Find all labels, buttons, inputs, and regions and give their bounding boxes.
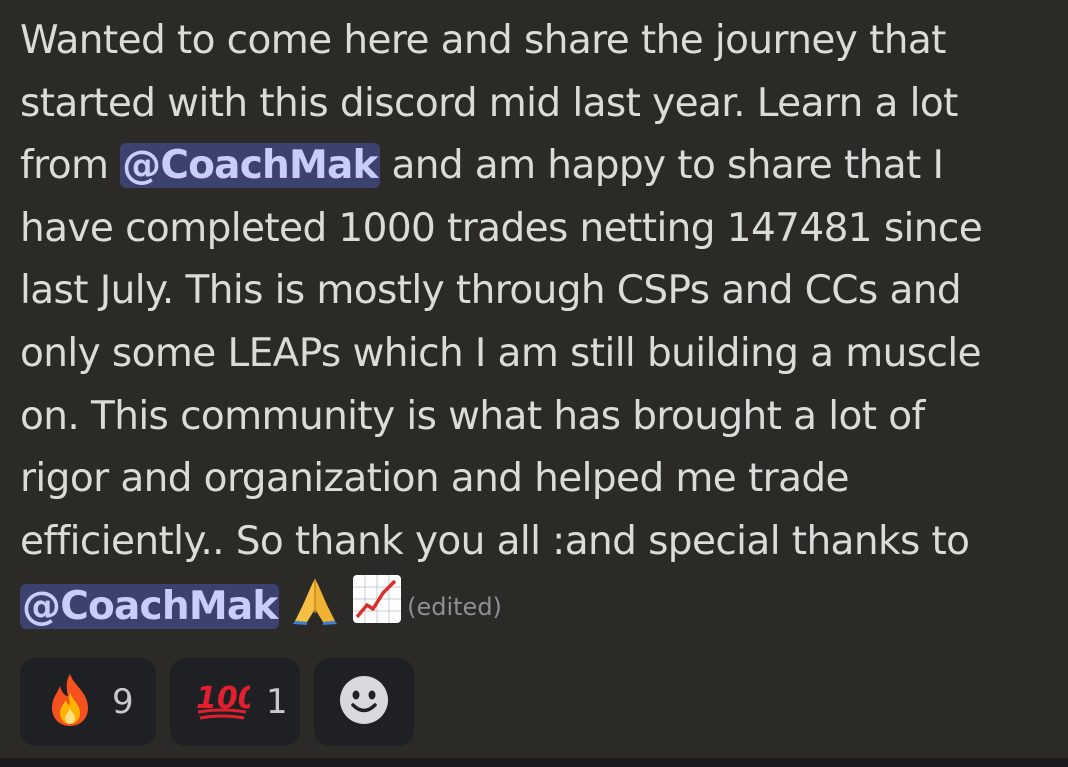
message-text-fragment: from [20, 143, 121, 189]
message-line: have completed 1000 trades netting 14748… [20, 205, 983, 251]
reaction-count: 1 [266, 682, 288, 722]
message-content: Wanted to come here and share the journe… [20, 10, 1060, 645]
folded-hands-icon [291, 575, 339, 645]
add-reaction-button[interactable] [314, 658, 414, 746]
hundred-points-icon: 100 [194, 678, 259, 726]
bottom-divider [0, 758, 1068, 767]
message-line: on. This community is what has brought a… [20, 393, 925, 439]
message-line: only some LEAPs which I am still buildin… [20, 330, 982, 376]
reaction-fire[interactable]: 9 [20, 658, 156, 746]
message-text-fragment: and am happy to share that I [379, 143, 944, 189]
message-line: @CoachMak (edited) [20, 573, 1060, 645]
message-line: from @CoachMak and am happy to share tha… [20, 135, 1060, 198]
user-mention[interactable]: @CoachMak [20, 584, 280, 630]
message-line: efficiently.. So thank you all :and spec… [20, 518, 970, 564]
edited-label: (edited) [407, 593, 502, 622]
chat-message: Wanted to come here and share the journe… [20, 10, 1060, 645]
chart-increasing-icon [351, 573, 403, 645]
user-mention[interactable]: @CoachMak [120, 143, 380, 189]
reaction-bar: 9 100 1 [20, 658, 414, 746]
message-line: rigor and organization and helped me tra… [20, 456, 850, 502]
message-line: Wanted to come here and share the journe… [20, 18, 946, 63]
message-line: last July. This is mostly through CSPs a… [20, 268, 962, 314]
add-reaction-smiley-icon [338, 674, 390, 730]
reaction-count: 9 [112, 682, 134, 722]
message-line: started with this discord mid last year.… [20, 80, 958, 126]
reaction-hundred[interactable]: 100 1 [170, 658, 300, 746]
fire-icon [44, 672, 96, 732]
